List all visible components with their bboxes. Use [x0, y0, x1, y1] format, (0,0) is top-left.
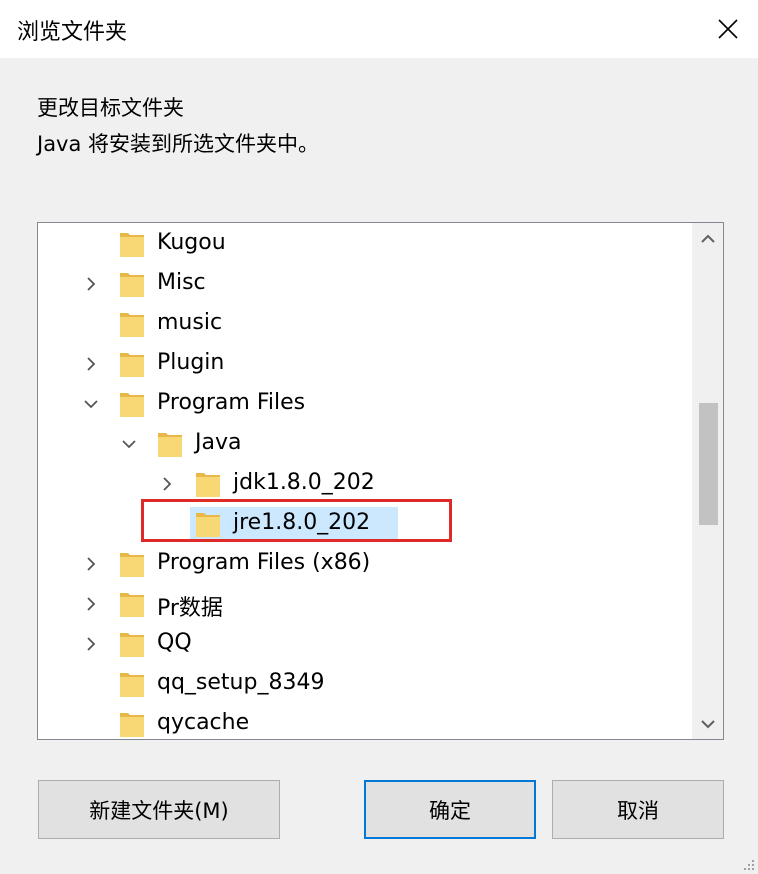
- folder-icon: [158, 433, 182, 457]
- folder-icon: [120, 553, 144, 577]
- tree-item-label: Program Files: [157, 390, 306, 415]
- tree-item[interactable]: Program Files (x86): [38, 544, 692, 584]
- tree-item[interactable]: jre1.8.0_202: [38, 504, 692, 544]
- cancel-button[interactable]: 取消: [552, 780, 724, 839]
- tree-item-label: jre1.8.0_202: [233, 510, 371, 535]
- folder-icon: [196, 513, 220, 537]
- tree-item-label: Program Files (x86): [157, 550, 371, 575]
- tree-item[interactable]: Program Files: [38, 384, 692, 424]
- tree-item[interactable]: music: [38, 304, 692, 344]
- chevron-right-icon[interactable]: [157, 474, 177, 494]
- ok-button[interactable]: 确定: [364, 780, 536, 839]
- chevron-down-icon[interactable]: [81, 394, 101, 414]
- folder-icon: [120, 633, 144, 657]
- close-icon: [718, 19, 738, 39]
- tree-item-label: Pr数据: [157, 596, 223, 621]
- tree-item-label: Kugou: [157, 230, 226, 255]
- chevron-right-icon[interactable]: [81, 354, 101, 374]
- resize-grip-icon[interactable]: [741, 857, 755, 871]
- tree-item[interactable]: jdk1.8.0_202: [38, 464, 692, 504]
- chevron-down-icon: [700, 719, 715, 728]
- folder-tree[interactable]: Kugou Misc music Plugin Program Files Java jdk…: [37, 222, 724, 740]
- vertical-scrollbar[interactable]: [692, 223, 723, 739]
- tree-item-label: jdk1.8.0_202: [233, 470, 375, 495]
- folder-icon: [120, 313, 144, 337]
- chevron-right-icon[interactable]: [81, 274, 101, 294]
- folder-tree-content: Kugou Misc music Plugin Program Files Java jdk…: [38, 223, 692, 739]
- tree-item[interactable]: Misc: [38, 264, 692, 304]
- chevron-right-icon[interactable]: [81, 634, 101, 654]
- tree-item-label: qycache: [157, 710, 250, 735]
- tree-item[interactable]: qycache: [38, 704, 692, 739]
- tree-item[interactable]: Pr数据: [38, 584, 692, 624]
- new-folder-button[interactable]: 新建文件夹(M): [38, 780, 280, 839]
- scroll-down-button[interactable]: [692, 708, 723, 739]
- chevron-right-icon[interactable]: [81, 554, 101, 574]
- tree-item[interactable]: Java: [38, 424, 692, 464]
- description-heading: 更改目标文件夹: [37, 96, 184, 120]
- scrollbar-thumb[interactable]: [699, 403, 718, 526]
- tree-item-label: qq_setup_8349: [157, 670, 325, 695]
- tree-item-label: Misc: [157, 270, 206, 295]
- folder-icon: [196, 473, 220, 497]
- chevron-up-icon: [700, 234, 715, 243]
- tree-item[interactable]: Kugou: [38, 224, 692, 264]
- title-bar: 浏览文件夹: [0, 0, 758, 58]
- tree-item-label: QQ: [157, 630, 192, 655]
- tree-item-label: Plugin: [157, 350, 225, 375]
- folder-icon: [120, 353, 144, 377]
- tree-item-label: Java: [195, 430, 242, 455]
- dialog-title: 浏览文件夹: [17, 20, 128, 45]
- tree-item[interactable]: QQ: [38, 624, 692, 664]
- description-text: Java 将安装到所选文件夹中。: [37, 132, 320, 156]
- folder-icon: [120, 713, 144, 737]
- chevron-down-icon[interactable]: [119, 434, 139, 454]
- tree-item[interactable]: qq_setup_8349: [38, 664, 692, 704]
- close-button[interactable]: [698, 0, 758, 58]
- scroll-up-button[interactable]: [692, 223, 723, 254]
- folder-icon: [120, 593, 144, 617]
- folder-icon: [120, 673, 144, 697]
- tree-item[interactable]: Plugin: [38, 344, 692, 384]
- chevron-right-icon[interactable]: [81, 594, 101, 614]
- folder-icon: [120, 273, 144, 297]
- tree-item-label: music: [157, 310, 223, 335]
- folder-icon: [120, 393, 144, 417]
- folder-icon: [120, 233, 144, 257]
